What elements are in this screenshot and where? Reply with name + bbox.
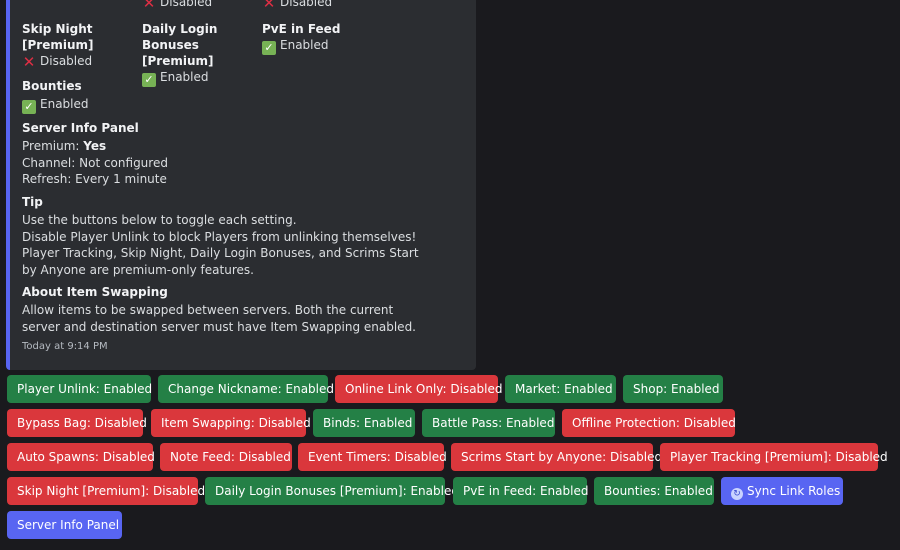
skip-night-button[interactable]: Skip Night [Premium]: Disabled	[7, 477, 205, 505]
auto-spawns-button[interactable]: Auto Spawns: Disabled	[7, 443, 155, 471]
tip-line: Player Tracking, Skip Night, Daily Login…	[22, 246, 419, 260]
player-unlink-button[interactable]: Player Unlink: Enabled	[7, 375, 152, 403]
cross-mark-icon: ✕	[262, 0, 276, 12]
binds-button[interactable]: Binds: Enabled	[313, 409, 415, 437]
tip-line: by Anyone are premium-only features.	[22, 262, 254, 277]
sync-icon: ↻	[731, 488, 743, 500]
field-bounties: Bounties ✓ Enabled	[22, 78, 89, 114]
scrims-start-button[interactable]: Scrims Start by Anyone: Disabled	[451, 443, 662, 471]
about-line: Allow items to be swapped between server…	[22, 303, 394, 317]
note-feed-button[interactable]: Note Feed: Disabled	[160, 443, 292, 471]
refresh-line: Refresh: Every 1 minute	[22, 172, 167, 186]
market-button[interactable]: Market: Enabled	[505, 375, 616, 403]
field-name: Daily Login Bonuses [Premium]	[142, 22, 218, 68]
field-value: ✕ Disabled	[22, 53, 93, 71]
field-name: PvE in Feed	[262, 22, 341, 36]
tip-line: Disable Player Unlink to block Players f…	[22, 229, 417, 244]
cross-mark-icon: ✕	[22, 53, 36, 71]
pve-in-feed-button[interactable]: PvE in Feed: Enabled	[453, 477, 588, 505]
player-tracking-button[interactable]: Player Tracking [Premium]: Disabled	[660, 443, 888, 471]
event-timers-button[interactable]: Event Timers: Disabled	[298, 443, 447, 471]
section-about-item-swapping: About Item Swapping Allow items to be sw…	[22, 284, 462, 335]
field-daily-login-bonuses: Daily Login Bonuses [Premium] ✓ Enabled	[142, 21, 262, 87]
offline-protection-button[interactable]: Offline Protection: Disabled	[562, 409, 736, 437]
premium-line: Premium: Yes	[22, 139, 107, 153]
field-name: Bounties	[22, 79, 82, 93]
daily-login-bonuses-button[interactable]: Daily Login Bonuses [Premium]: Enabled	[205, 477, 459, 505]
check-mark-icon: ✓	[22, 100, 36, 114]
battle-pass-button[interactable]: Battle Pass: Enabled	[422, 409, 555, 437]
bounties-button[interactable]: Bounties: Enabled	[594, 477, 714, 505]
timestamp: Today at 9:14 PM	[22, 341, 108, 352]
section-title: Server Info Panel	[22, 121, 139, 135]
section-title: Tip	[22, 195, 43, 209]
field-pve-in-feed: PvE in Feed ✓ Enabled	[262, 21, 382, 55]
field-value: ✓ Enabled	[142, 69, 262, 87]
channel-line: Channel: Not configured	[22, 155, 168, 170]
change-nickname-button[interactable]: Change Nickname: Enabled	[158, 375, 334, 403]
field-name: Skip Night [Premium]	[22, 22, 94, 52]
section-server-info: Server Info Panel Premium: Yes Channel: …	[22, 120, 462, 188]
tip-line: Use the buttons below to toggle each set…	[22, 213, 297, 227]
bypass-bag-button[interactable]: Bypass Bag: Disabled	[7, 409, 147, 437]
sync-link-roles-button[interactable]: ↻ Sync Link Roles	[721, 477, 843, 505]
section-tip: Tip Use the buttons below to toggle each…	[22, 194, 462, 278]
field-skip-night: Skip Night [Premium] ✕ Disabled	[22, 21, 142, 71]
section-title: About Item Swapping	[22, 285, 168, 299]
cross-mark-icon: ✕	[142, 0, 156, 12]
shop-button[interactable]: Shop: Enabled	[623, 375, 723, 403]
item-swapping-button[interactable]: Item Swapping: Disabled	[151, 409, 311, 437]
online-link-only-button[interactable]: Online Link Only: Disabled	[335, 375, 503, 403]
about-line: server and destination server must have …	[22, 319, 416, 334]
field-status-top-1: ✕ Disabled	[142, 0, 212, 12]
field-value: ✓ Enabled	[262, 37, 382, 55]
check-mark-icon: ✓	[262, 41, 276, 55]
field-status-top-2: ✕ Disabled	[262, 0, 332, 12]
field-value: ✓ Enabled	[22, 96, 89, 114]
check-mark-icon: ✓	[142, 73, 156, 87]
settings-embed: ✕ Disabled ✕ Disabled Skip Night [Premium] …	[6, 0, 476, 370]
server-info-panel-button[interactable]: Server Info Panel	[7, 511, 122, 539]
